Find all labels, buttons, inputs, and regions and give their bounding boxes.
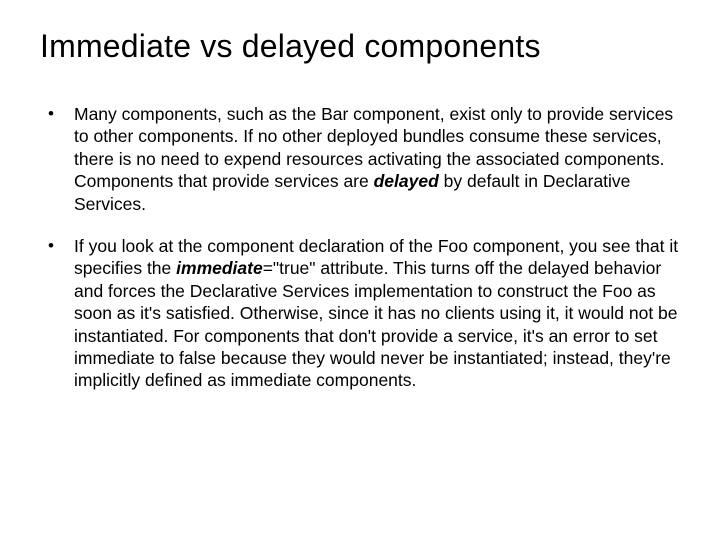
list-item: Many components, such as the Bar compone… [40,103,680,215]
list-item: If you look at the component declaration… [40,235,680,392]
bullet-text-em: immediate [176,258,263,278]
slide: Immediate vs delayed components Many com… [0,0,720,540]
bullet-text-em: delayed [374,171,439,191]
bullet-list: Many components, such as the Bar compone… [40,103,680,392]
slide-title: Immediate vs delayed components [40,28,680,65]
